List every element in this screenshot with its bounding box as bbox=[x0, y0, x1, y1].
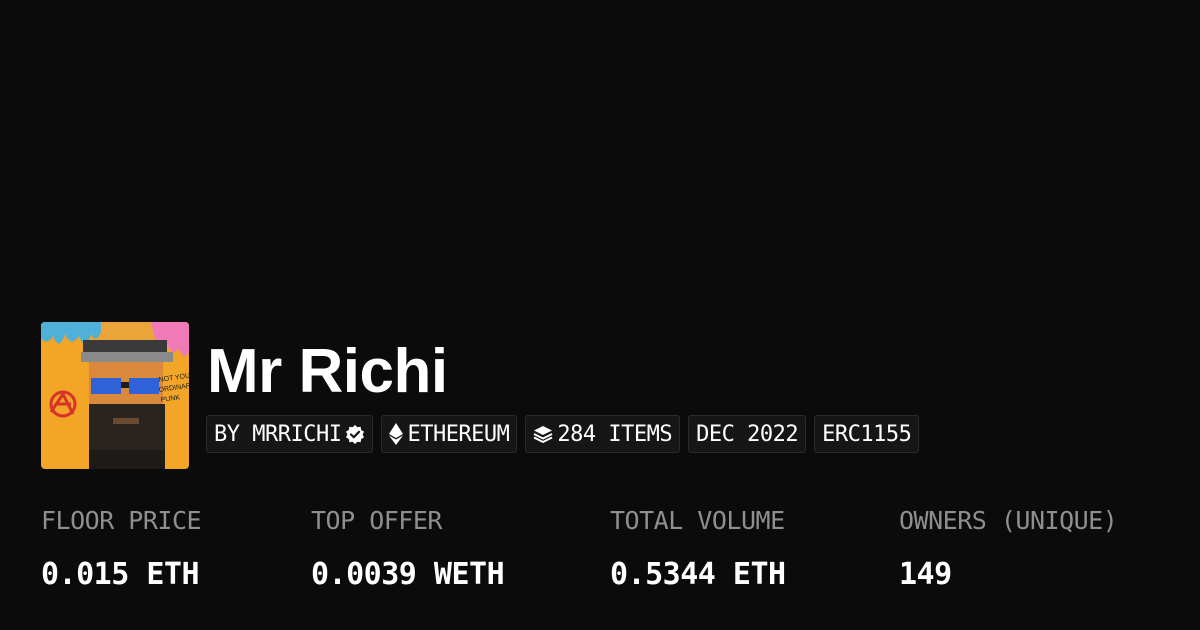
floor-price-label: FLOOR PRICE bbox=[41, 506, 202, 535]
creator-label: BY MRRICHI bbox=[214, 421, 342, 447]
collection-title: Mr Richi bbox=[207, 337, 448, 406]
standard-tag: ERC1155 bbox=[814, 415, 920, 453]
ethereum-icon bbox=[389, 423, 404, 445]
collection-tags: BY MRRICHI ETHEREUM 284 ITEMS DEC 2022 E… bbox=[206, 415, 920, 453]
owners-stat: OWNERS (UNIQUE) 149 bbox=[899, 505, 1118, 594]
floor-price-stat: FLOOR PRICE 0.015 ETH bbox=[41, 505, 202, 594]
top-offer-label: TOP OFFER bbox=[311, 506, 442, 535]
floor-price-value: 0.015 ETH bbox=[41, 557, 200, 592]
items-tag[interactable]: 284 ITEMS bbox=[525, 415, 681, 453]
chain-tag[interactable]: ETHEREUM bbox=[381, 415, 518, 453]
top-offer-stat: TOP OFFER 0.0039 WETH bbox=[311, 505, 505, 594]
verified-badge-icon bbox=[345, 424, 365, 444]
items-label: 284 ITEMS bbox=[557, 421, 673, 447]
total-volume-value: 0.5344 ETH bbox=[610, 557, 786, 592]
chain-label: ETHEREUM bbox=[407, 421, 510, 447]
standard-label: ERC1155 bbox=[822, 421, 912, 447]
owners-value: 149 bbox=[899, 557, 952, 592]
date-tag: DEC 2022 bbox=[688, 415, 807, 453]
owners-label: OWNERS (UNIQUE) bbox=[899, 506, 1118, 535]
creator-tag[interactable]: BY MRRICHI bbox=[206, 415, 374, 453]
date-label: DEC 2022 bbox=[696, 421, 799, 447]
total-volume-stat: TOTAL VOLUME 0.5344 ETH bbox=[610, 505, 786, 594]
total-volume-label: TOTAL VOLUME bbox=[610, 506, 785, 535]
layers-icon bbox=[533, 424, 553, 444]
top-offer-value: 0.0039 WETH bbox=[311, 557, 505, 592]
collection-avatar: NOT YOUR ORDINARY PUNK bbox=[41, 322, 189, 469]
